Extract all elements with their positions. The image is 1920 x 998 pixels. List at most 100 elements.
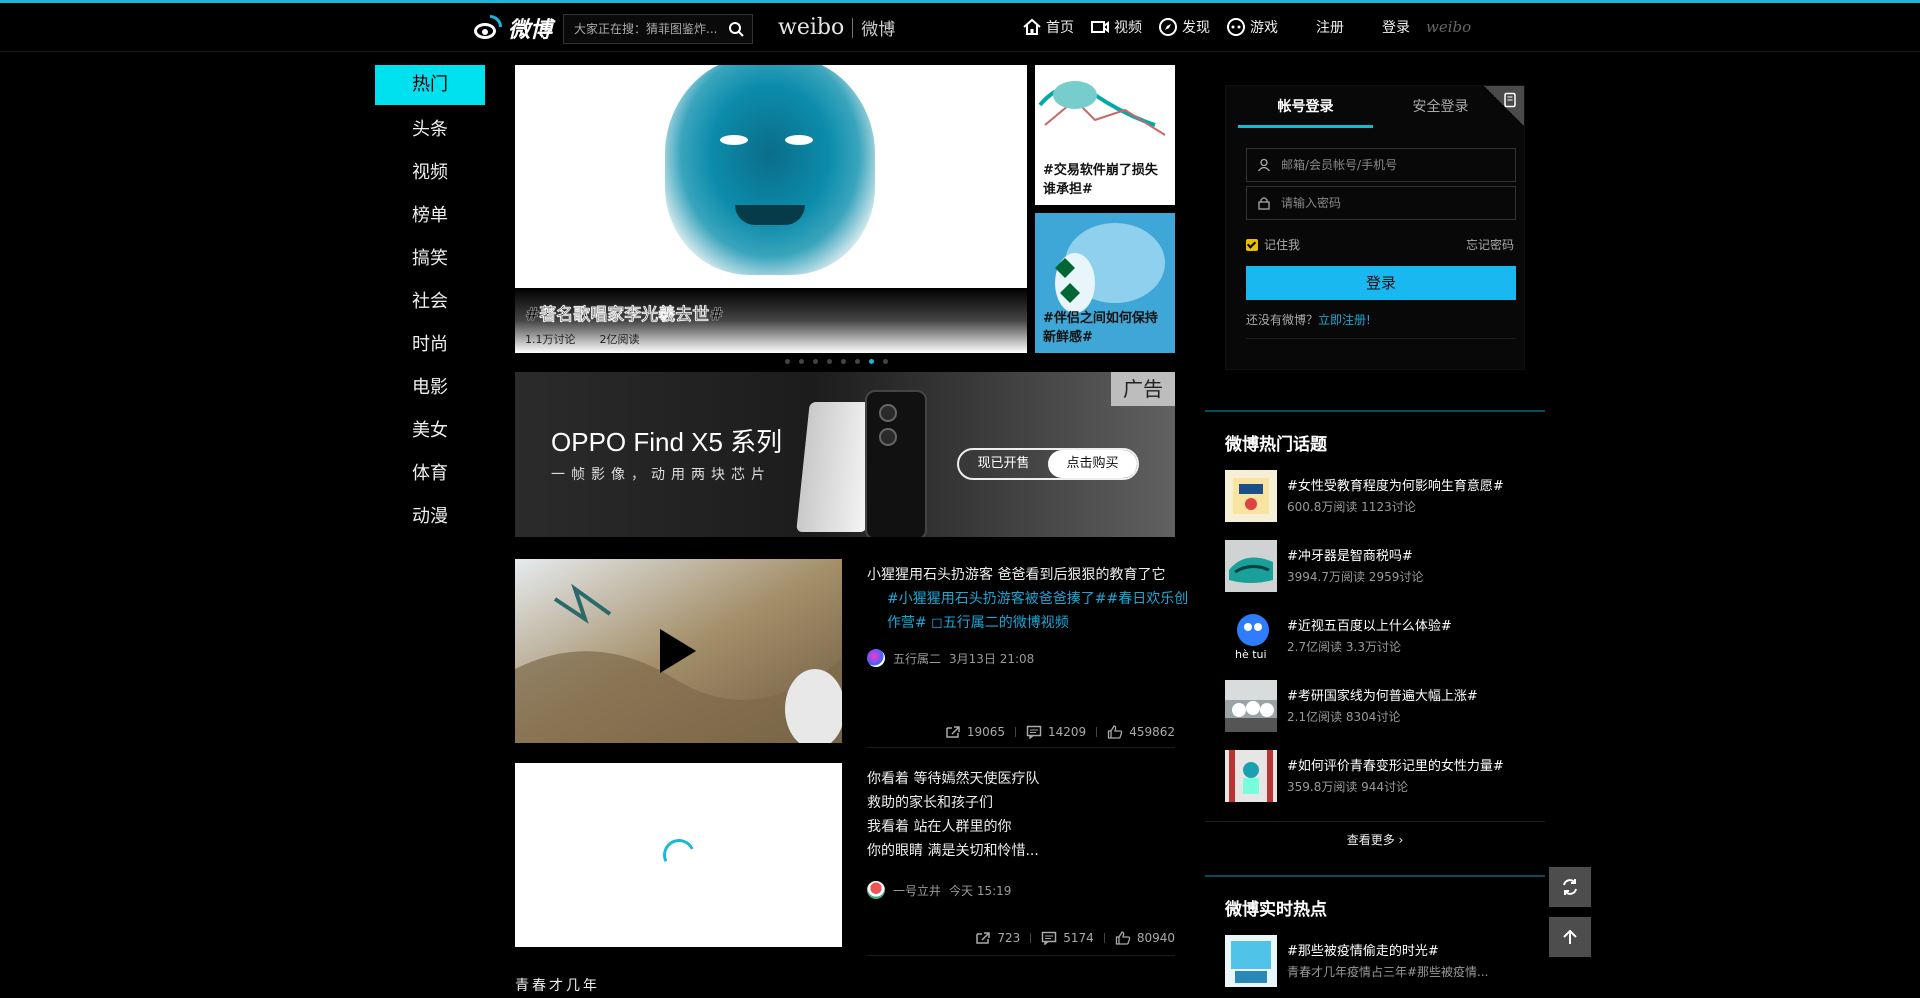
topic-name[interactable]: #考研国家线为何普遍大幅上涨#	[1287, 685, 1478, 704]
share-icon[interactable]	[975, 931, 991, 945]
author-name[interactable]: 一号立井	[893, 882, 941, 899]
hot-topic-item[interactable]: #考研国家线为何普遍大幅上涨# 2.1亿阅读 8304讨论	[1225, 680, 1535, 732]
nav-discover-label: 发现	[1182, 20, 1210, 36]
video-thumbnail[interactable]	[515, 763, 842, 947]
comment-count: 14209	[1048, 725, 1087, 739]
hero-image	[665, 65, 875, 275]
side-topic-card[interactable]: #交易软件崩了损失谁承担#	[1035, 65, 1175, 205]
brand-en: weibo	[778, 15, 845, 40]
sidebar-item-movies[interactable]: 电影	[375, 366, 485, 409]
sidebar-item-headlines[interactable]: 头条	[375, 108, 485, 151]
topic-thumbnail	[1225, 935, 1277, 987]
share-icon[interactable]	[945, 725, 961, 739]
back-to-top-button[interactable]	[1549, 917, 1591, 957]
nav-game[interactable]: 游戏	[1226, 17, 1278, 37]
hot-topics-title: 微博热门话题	[1225, 435, 1327, 455]
carousel-dot[interactable]	[855, 359, 860, 364]
topic-name[interactable]: #如何评价青春变形记里的女性力量#	[1287, 755, 1504, 774]
login-link[interactable]: 登录	[1382, 17, 1410, 37]
sidebar-item-video[interactable]: 视频	[375, 151, 485, 194]
comment-icon[interactable]	[1041, 931, 1057, 945]
username-field[interactable]	[1246, 148, 1516, 182]
section-title[interactable]: 青春才几年	[515, 975, 600, 995]
topic-name[interactable]: #近视五百度以上什么体验#	[1287, 615, 1452, 634]
password-input[interactable]	[1281, 196, 1501, 210]
refresh-button[interactable]	[1549, 867, 1591, 907]
post-author[interactable]: 一号立井 今天 15:19	[867, 881, 1011, 899]
author-name[interactable]: 五行属二	[893, 650, 941, 667]
sidebar-item-sports[interactable]: 体育	[375, 452, 485, 495]
like-icon[interactable]	[1115, 931, 1131, 945]
register-link[interactable]: 注册	[1316, 17, 1344, 37]
forgot-password-link[interactable]: 忘记密码	[1466, 236, 1514, 253]
hot-topic-item[interactable]: hè tui #近视五百度以上什么体验# 2.7亿阅读 3.3万讨论	[1225, 610, 1535, 662]
carousel-dot-active[interactable]	[869, 359, 874, 364]
tab-account-login[interactable]: 帐号登录	[1238, 86, 1373, 128]
carousel-dot[interactable]	[841, 359, 846, 364]
hot-topic-item[interactable]: #冲牙器是智商税吗# 3994.7万阅读 2959讨论	[1225, 540, 1535, 592]
play-icon[interactable]	[660, 629, 696, 673]
ad-cta[interactable]: 现已开售 点击购买	[957, 448, 1139, 480]
gamepad-icon	[1227, 18, 1245, 36]
sidebar-item-rankings[interactable]: 榜单	[375, 194, 485, 237]
post-author[interactable]: 五行属二 3月13日 21:08	[867, 649, 1034, 667]
sidebar-item-hot[interactable]: 热门	[375, 65, 485, 105]
sidebar-item-funny[interactable]: 搞笑	[375, 237, 485, 280]
nav-video[interactable]: 视频	[1090, 17, 1142, 37]
topic-name[interactable]: #女性受教育程度为何影响生育意愿#	[1287, 475, 1504, 494]
feed-item: 小猩猩用石头扔游客 爸爸看到后狠狠的教育了它 #小猩猩用石头扔游客被爸爸揍了##…	[515, 559, 1188, 748]
topic-thumbnail	[1225, 750, 1277, 802]
nav-discover[interactable]: 发现	[1158, 17, 1210, 37]
sidebar-item-anime[interactable]: 动漫	[375, 495, 485, 538]
weibo-logo[interactable]: 微博	[470, 13, 552, 43]
avatar[interactable]	[867, 881, 885, 899]
post-topics[interactable]: #小猩猩用石头扔游客被爸爸揍了##春日欢乐创作营# ◻五行属二的微博视频	[887, 587, 1197, 639]
like-icon[interactable]	[1107, 725, 1123, 739]
search-input[interactable]	[574, 22, 719, 36]
sidebar-item-society[interactable]: 社会	[375, 280, 485, 323]
topic-name[interactable]: #那些被疫情偷走的时光#	[1287, 940, 1439, 959]
topic-thumbnail-text: hè tui	[1235, 648, 1267, 661]
phone-image	[865, 390, 927, 537]
qr-login-corner[interactable]	[1484, 86, 1524, 126]
hot-topic-item[interactable]: #女性受教育程度为何影响生育意愿# 600.8万阅读 1123讨论	[1225, 470, 1535, 522]
carousel-dot[interactable]	[883, 359, 888, 364]
comment-icon[interactable]	[1026, 725, 1042, 739]
register-now-link[interactable]: 立即注册!	[1318, 313, 1371, 327]
sidebar-item-beauty[interactable]: 美女	[375, 409, 485, 452]
carousel-dot[interactable]	[827, 359, 832, 364]
feed-divider	[867, 955, 1175, 956]
view-more-link[interactable]: 查看更多 ›	[1205, 831, 1545, 848]
carousel-dot[interactable]	[799, 359, 804, 364]
topic-meta: 青春才几年疫情占三年#那些被疫情...	[1287, 965, 1489, 979]
password-field[interactable]	[1246, 186, 1516, 220]
hot-topic-item[interactable]: #如何评价青春变形记里的女性力量# 359.8万阅读 944讨论	[1225, 750, 1535, 802]
post-text[interactable]: 你看着 等待嫣然天使医疗队 救助的家长和孩子们 我看着 站在人群里的你 你的眼睛…	[867, 767, 1172, 863]
side-card-title: #交易软件崩了损失谁承担#	[1043, 163, 1158, 197]
hero-carousel-slide[interactable]: #著名歌唱家李光羲去世# 1.1万讨论 2亿阅读	[515, 65, 1027, 353]
carousel-dot[interactable]	[785, 359, 790, 364]
carousel-dot[interactable]	[813, 359, 818, 364]
sidebar-item-fashion[interactable]: 时尚	[375, 323, 485, 366]
login-button[interactable]: 登录	[1246, 266, 1516, 300]
nav-home[interactable]: 首页	[1022, 17, 1074, 37]
post-text[interactable]: 小猩猩用石头扔游客 爸爸看到后狠狠的教育了它 #小猩猩用石头扔游客被爸爸揍了##…	[867, 563, 1188, 631]
remember-checkbox[interactable]	[1246, 238, 1258, 251]
realtime-hot-item[interactable]: #那些被疫情偷走的时光# 青春才几年疫情占三年#那些被疫情...	[1225, 935, 1535, 987]
avatar[interactable]	[867, 649, 885, 667]
search-icon[interactable]	[728, 21, 744, 37]
ad-buy-button[interactable]: 点击购买	[1048, 450, 1137, 478]
search-box[interactable]	[563, 14, 753, 44]
ad-banner[interactable]: OPPO Find X5 系列 一帧影像，动用两块芯片 广告 现已开售 点击购买	[515, 372, 1175, 537]
remember-me[interactable]: 记住我	[1246, 236, 1300, 253]
topic-meta: 2.7亿阅读 3.3万讨论	[1287, 640, 1401, 654]
remember-label: 记住我	[1264, 238, 1301, 252]
video-icon	[1091, 21, 1109, 33]
no-account-text: 还没有微博？	[1246, 313, 1319, 327]
video-thumbnail[interactable]	[515, 559, 842, 743]
side-topic-card[interactable]: #伴侣之间如何保持新鲜感#	[1035, 213, 1175, 353]
post-time: 3月13日 21:08	[949, 651, 1035, 666]
topic-name[interactable]: #冲牙器是智商税吗#	[1287, 545, 1413, 564]
username-input[interactable]	[1281, 158, 1501, 172]
hero-title[interactable]: #著名歌唱家李光羲去世#	[525, 300, 1017, 325]
